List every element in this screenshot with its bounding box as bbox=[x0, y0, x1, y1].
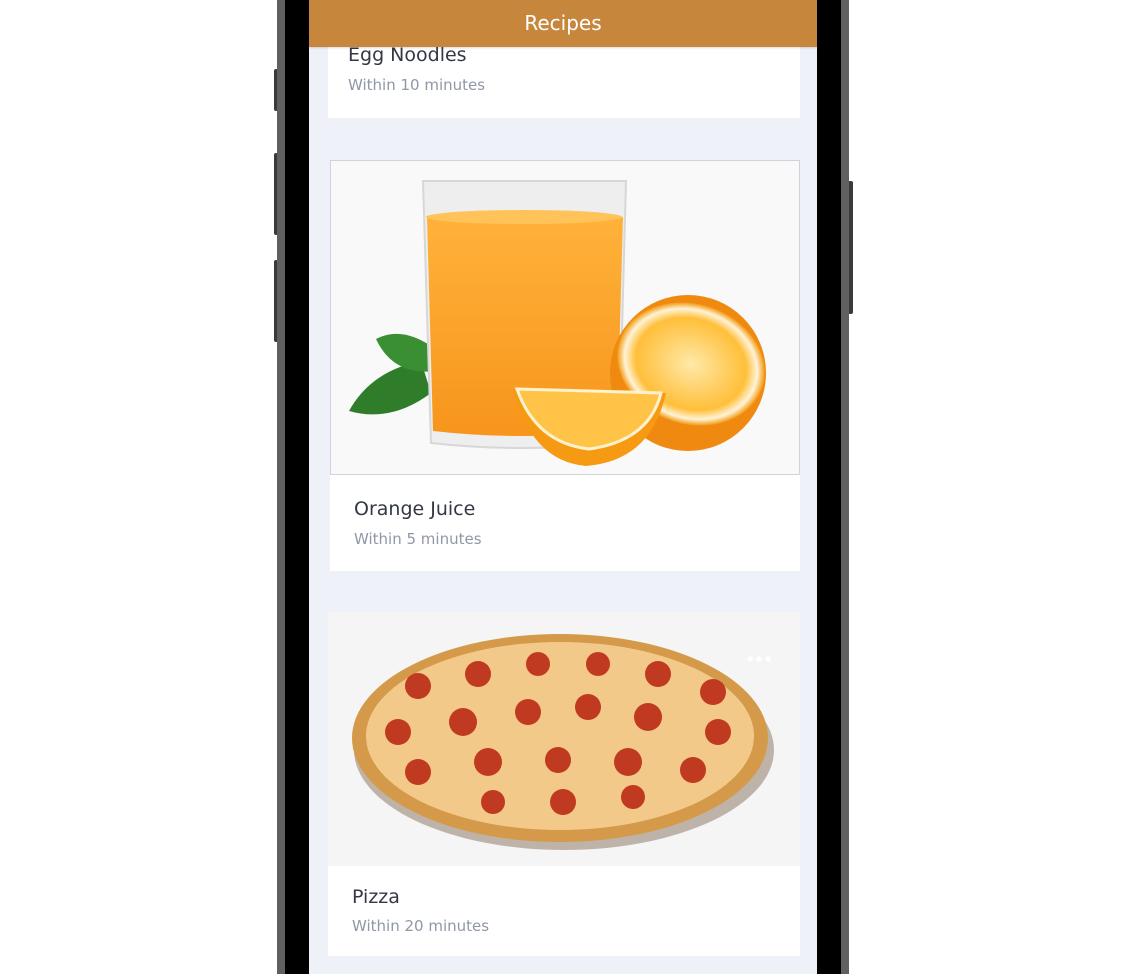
orange-juice-image bbox=[330, 160, 800, 475]
recipe-time: Within 20 minutes bbox=[352, 917, 490, 935]
recipe-title: Pizza bbox=[352, 886, 400, 908]
recipe-title: Orange Juice bbox=[354, 498, 476, 520]
app-bar-title: Recipes bbox=[524, 11, 602, 35]
pizza-illustration bbox=[328, 612, 800, 866]
recipe-title: Egg Noodles bbox=[348, 44, 467, 66]
recipe-card-pizza[interactable]: Pizza Within 20 minutes bbox=[328, 612, 800, 956]
recipe-card-orange-juice[interactable]: Orange Juice Within 5 minutes bbox=[330, 160, 800, 571]
orange-juice-illustration bbox=[331, 161, 799, 474]
pizza-image bbox=[328, 612, 800, 866]
app-screen: Recipes Egg Noodles Within 10 minutes Or… bbox=[309, 0, 817, 974]
more-horizontal-icon[interactable] bbox=[746, 654, 772, 664]
recipe-time: Within 5 minutes bbox=[354, 530, 482, 548]
app-bar: Recipes bbox=[309, 0, 817, 47]
recipe-time: Within 10 minutes bbox=[348, 76, 486, 94]
